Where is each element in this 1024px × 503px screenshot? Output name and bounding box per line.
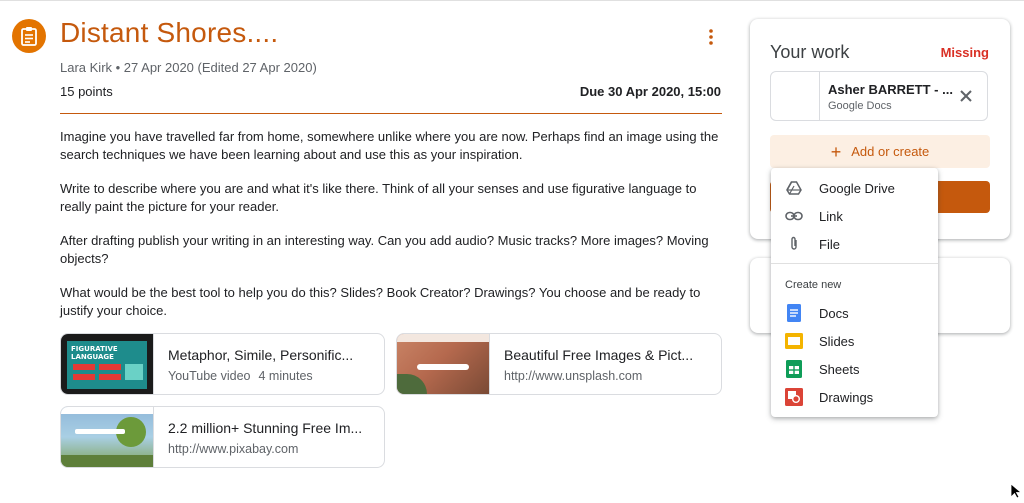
- remove-file-close-icon[interactable]: [957, 87, 975, 105]
- menu-item-drawings[interactable]: Drawings: [771, 383, 938, 411]
- attachment-url: http://www.unsplash.com: [504, 369, 643, 383]
- mouse-pointer-icon: [1010, 483, 1024, 499]
- attachment-url: http://www.pixabay.com: [168, 442, 299, 456]
- assignment-icon: [12, 19, 46, 53]
- link-icon: [785, 207, 803, 225]
- menu-item-sheets[interactable]: Sheets: [771, 355, 938, 383]
- attachment-youtube-card[interactable]: FIGURATIVE LANGUAGE Metaphor, Simile, Pe…: [60, 333, 385, 395]
- your-work-title: Your work: [770, 42, 850, 62]
- menu-item-google-drive[interactable]: Google Drive: [771, 174, 938, 202]
- slides-icon: [785, 332, 803, 350]
- attached-file-card[interactable]: Asher BARRETT - ... Google Docs: [770, 71, 988, 121]
- menu-item-label: Slides: [819, 333, 855, 349]
- attachment-type: YouTube video: [168, 369, 251, 383]
- attachment-title[interactable]: 2.2 million+ Stunning Free Im...: [168, 420, 362, 436]
- sheets-icon: [785, 360, 803, 378]
- add-or-create-label: Add or create: [851, 144, 930, 159]
- menu-item-file[interactable]: File: [771, 230, 938, 258]
- docs-icon: [785, 304, 803, 322]
- drawings-icon: [785, 388, 803, 406]
- file-thumbnail: [771, 72, 820, 120]
- instruction-paragraph: After drafting publish your writing in a…: [60, 233, 709, 266]
- header-divider: [60, 113, 722, 114]
- thumbnail-caption: FIGURATIVE LANGUAGE: [71, 345, 118, 361]
- attachment-duration: 4 minutes: [258, 369, 313, 383]
- menu-divider: [771, 263, 938, 264]
- pixabay-thumbnail: [61, 407, 154, 467]
- more-options-icon[interactable]: [702, 28, 720, 46]
- assignment-due-date: Due 30 Apr 2020, 15:00: [579, 84, 721, 99]
- unsplash-thumbnail: [397, 334, 490, 394]
- instruction-paragraph: What would be the best tool to help you …: [60, 285, 701, 318]
- menu-item-label: Drawings: [819, 389, 874, 405]
- menu-item-link[interactable]: Link: [771, 202, 938, 230]
- menu-item-docs[interactable]: Docs: [771, 299, 938, 327]
- status-badge: Missing: [940, 45, 989, 60]
- assignment-points: 15 points: [60, 84, 113, 99]
- instruction-paragraph: Write to describe where you are and what…: [60, 181, 697, 214]
- add-or-create-menu: Google Drive Link File Create new Docs S…: [771, 168, 938, 417]
- menu-item-label: Docs: [819, 305, 849, 321]
- instruction-paragraph: Imagine you have travelled far from home…: [60, 129, 719, 162]
- add-or-create-button[interactable]: + Add or create: [770, 135, 990, 168]
- assignment-title: Distant Shores....: [60, 17, 279, 48]
- menu-item-slides[interactable]: Slides: [771, 327, 938, 355]
- file-name[interactable]: Asher BARRETT - ...: [828, 82, 953, 97]
- file-type: Google Docs: [828, 100, 892, 112]
- menu-item-label: Sheets: [819, 361, 860, 377]
- attachment-pixabay-card[interactable]: 2.2 million+ Stunning Free Im... http://…: [60, 406, 385, 468]
- menu-item-label: Link: [819, 208, 843, 224]
- attachment-unsplash-card[interactable]: Beautiful Free Images & Pict... http://w…: [396, 333, 722, 395]
- youtube-thumbnail: FIGURATIVE LANGUAGE: [61, 334, 154, 394]
- top-border: [0, 0, 1024, 1]
- google-drive-icon: [785, 179, 803, 197]
- create-new-header: Create new: [785, 279, 842, 291]
- paperclip-icon: [785, 235, 803, 253]
- menu-item-label: Google Drive: [819, 180, 895, 196]
- instructions: Imagine you have travelled far from home…: [60, 128, 725, 336]
- attachment-title[interactable]: Beautiful Free Images & Pict...: [504, 347, 693, 363]
- menu-item-label: File: [819, 236, 840, 252]
- attachment-title[interactable]: Metaphor, Simile, Personific...: [168, 347, 353, 363]
- plus-icon: +: [830, 141, 842, 162]
- assignment-meta: Lara Kirk • 27 Apr 2020 (Edited 27 Apr 2…: [60, 60, 317, 75]
